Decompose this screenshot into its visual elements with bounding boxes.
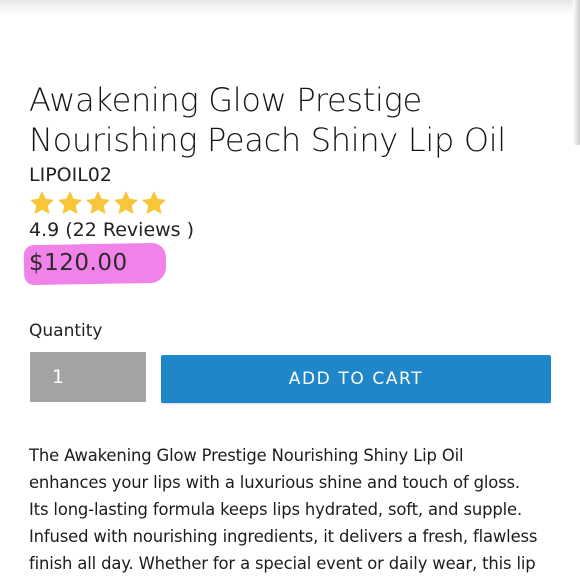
star-icon [56, 189, 84, 217]
product-description: The Awakening Glow Prestige Nourishing S… [29, 442, 575, 577]
rating-stars[interactable] [28, 189, 168, 217]
star-icon [112, 189, 140, 217]
product-price: $120.00 [29, 250, 128, 276]
description-line: Its long-lasting formula keeps lips hydr… [29, 500, 523, 519]
description-line: enhances your lips with a luxurious shin… [29, 473, 520, 492]
top-shadow [0, 0, 580, 14]
quantity-value: 1 [52, 366, 65, 388]
product-sku: LIPOIL02 [29, 164, 112, 186]
quantity-label: Quantity [29, 321, 103, 341]
star-icon [28, 189, 56, 217]
product-title: Awakening Glow Prestige Nourishing Peach… [29, 81, 506, 159]
rating-summary[interactable]: 4.9 (22 Reviews ) [29, 218, 194, 242]
add-to-cart-button[interactable]: ADD TO CART [161, 355, 551, 403]
star-icon [84, 189, 112, 217]
description-line: Infused with nourishing ingredients, it … [29, 527, 538, 546]
star-icon [140, 189, 168, 217]
description-line: The Awakening Glow Prestige Nourishing S… [29, 446, 464, 465]
scroll-edge [573, 0, 580, 145]
quantity-input[interactable]: 1 [30, 352, 146, 402]
description-line: finish all day. Whether for a special ev… [29, 554, 536, 573]
